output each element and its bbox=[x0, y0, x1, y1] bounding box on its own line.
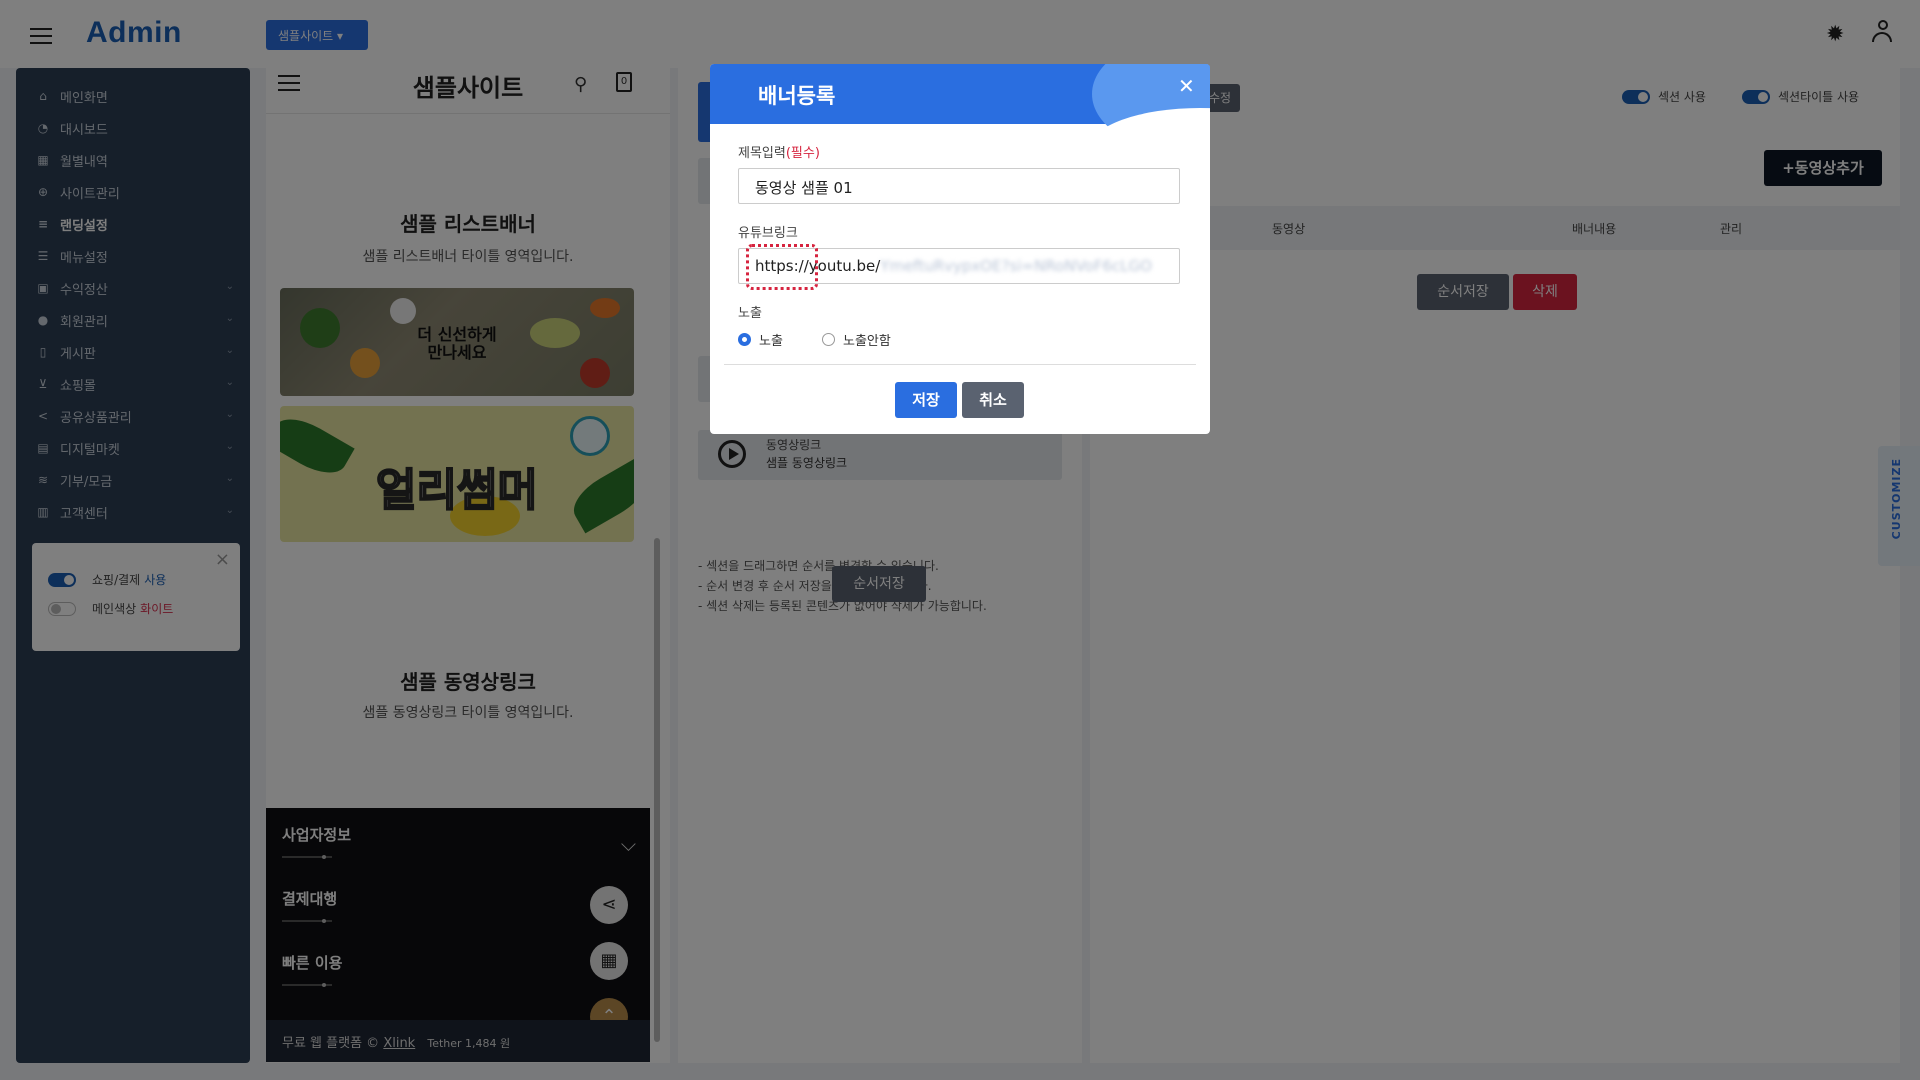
modal-title: 배너등록 bbox=[758, 84, 836, 108]
divider bbox=[724, 364, 1196, 365]
radio-expose[interactable]: 노출 bbox=[738, 330, 783, 349]
youtube-link-label: 유튜브링크 bbox=[738, 226, 798, 241]
radio-checked[interactable] bbox=[738, 333, 751, 346]
required-mark: (필수) bbox=[785, 146, 820, 161]
label-text: 제목입력 bbox=[738, 146, 786, 161]
exposure-label: 노출 bbox=[738, 306, 762, 321]
title-input-label: 제목입력(필수) bbox=[738, 142, 820, 161]
modal-header: 배너등록 ✕ bbox=[710, 64, 1210, 188]
radio-hide[interactable]: 노출안함 bbox=[822, 330, 891, 349]
radio-unchecked[interactable] bbox=[822, 333, 835, 346]
highlight-annotation bbox=[746, 244, 818, 290]
cancel-button[interactable]: 취소 bbox=[962, 382, 1024, 418]
close-icon[interactable]: ✕ bbox=[1178, 74, 1195, 98]
title-input[interactable]: 동영상 샘플 01 bbox=[738, 168, 1180, 204]
banner-register-modal: 배너등록 ✕ 제목입력(필수) 동영상 샘플 01 유튜브링크 https://… bbox=[710, 64, 1210, 434]
radio-label: 노출안함 bbox=[843, 334, 891, 349]
radio-label: 노출 bbox=[759, 334, 783, 349]
save-button[interactable]: 저장 bbox=[895, 382, 957, 418]
url-blurred-part: YmeftuRvypxOE?si=NRoNVoF6cLGO bbox=[880, 257, 1152, 275]
